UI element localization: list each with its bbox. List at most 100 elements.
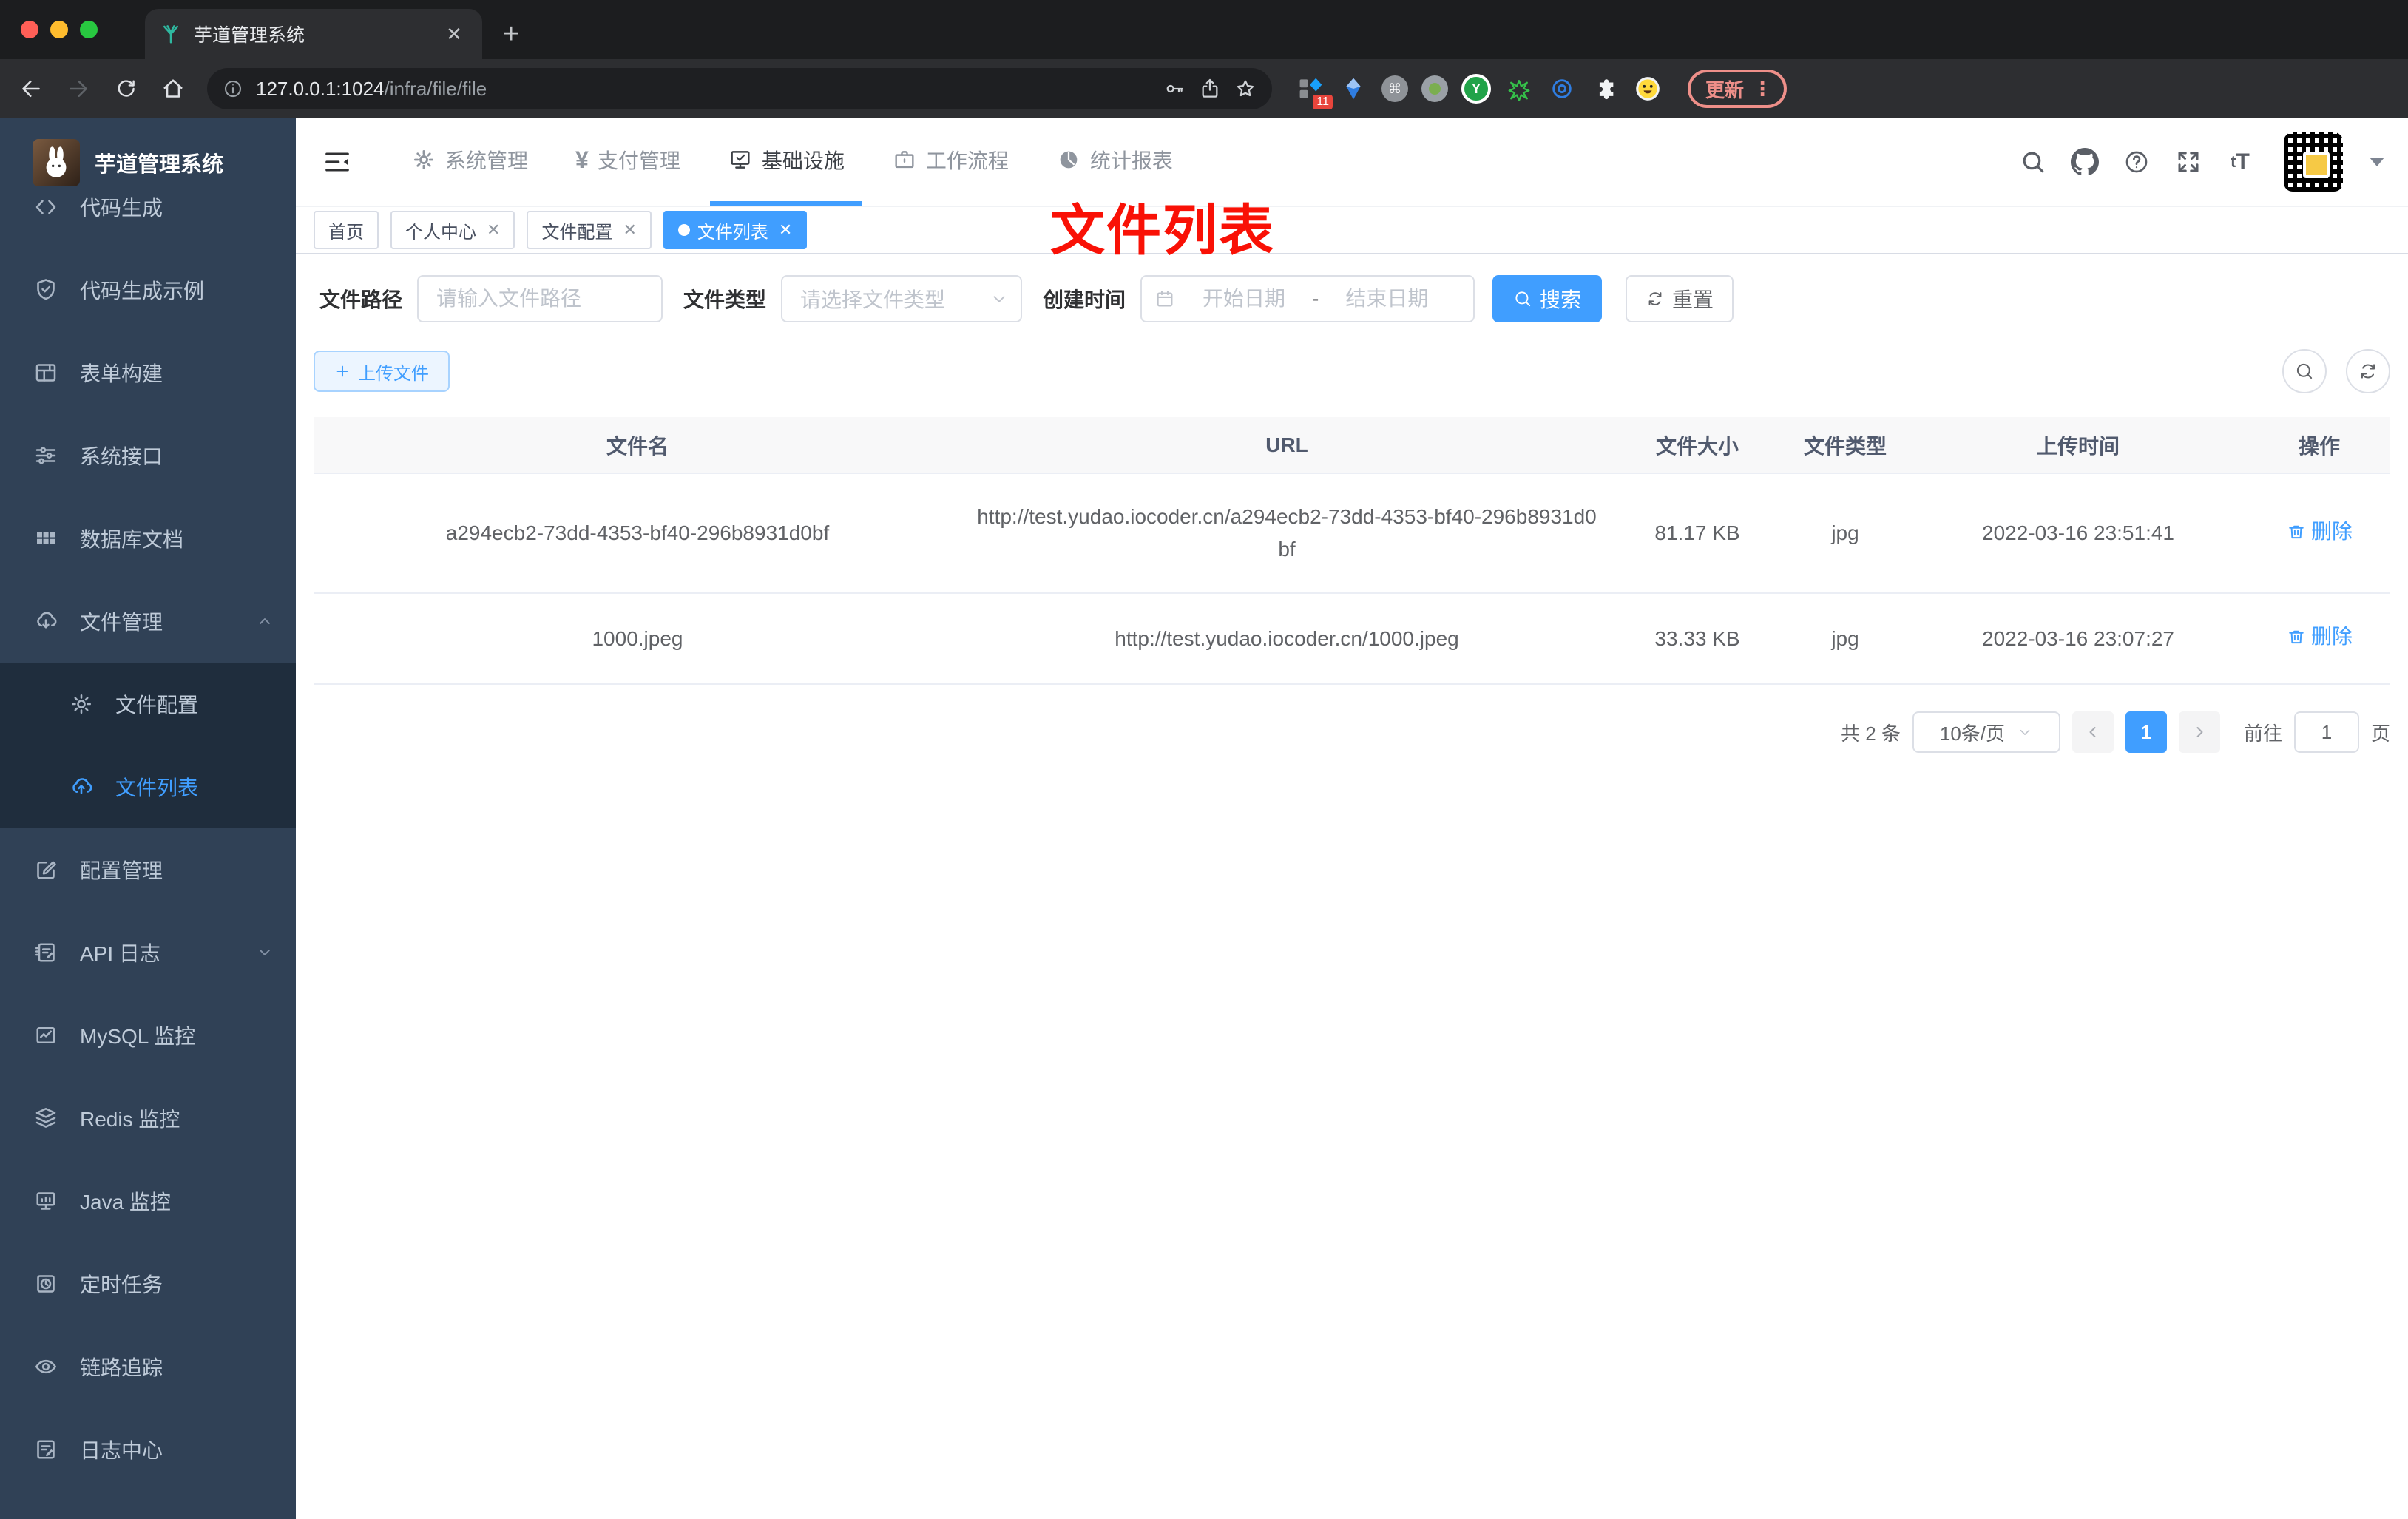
tag-file-config[interactable]: 文件配置 ✕ <box>527 211 652 249</box>
sidebar-item-db-doc[interactable]: 数据库文档 <box>0 497 296 580</box>
sidebar-item-config-manage[interactable]: 配置管理 <box>0 828 296 911</box>
close-tab-icon[interactable]: ✕ <box>441 21 467 47</box>
sidebar-item-code-gen-demo[interactable]: 代码生成示例 <box>0 248 296 331</box>
top-menu-label: 系统管理 <box>445 149 529 172</box>
new-tab-button[interactable]: + <box>482 18 540 59</box>
sidebar-item-file-manage[interactable]: 文件管理 <box>0 580 296 663</box>
extension-star-icon[interactable] <box>1504 74 1534 104</box>
reset-button[interactable]: 重置 <box>1626 275 1734 322</box>
extensions-puzzle-icon[interactable] <box>1590 74 1620 104</box>
github-icon[interactable] <box>2071 148 2099 176</box>
sidebar-item-api-log[interactable]: API 日志 <box>0 911 296 994</box>
search-button[interactable]: 搜索 <box>1492 275 1603 322</box>
share-icon[interactable] <box>1198 77 1222 101</box>
top-menu-infra[interactable]: 基础设施 <box>709 118 862 206</box>
tag-label: 首页 <box>328 222 364 243</box>
sidebar-item-trace[interactable]: 链路追踪 <box>0 1325 296 1408</box>
bookmark-star-icon[interactable] <box>1234 77 1257 101</box>
file-type-select[interactable]: 请选择文件类型 <box>781 275 1023 322</box>
col-type: 文件类型 <box>1782 417 1908 473</box>
navbar: 系统管理 ¥ 支付管理 基础设施 工作流程 统计报表 t T <box>296 118 2408 207</box>
extension-cmd-icon[interactable]: ⌘ <box>1381 75 1408 102</box>
browser-update-button[interactable]: 更新 ⋮ <box>1688 70 1788 108</box>
sidebar-fold-icon[interactable] <box>308 118 367 206</box>
gear-icon <box>413 149 434 170</box>
sidebar-item-label: Java 监控 <box>80 1191 171 1214</box>
top-menu-workflow[interactable]: 工作流程 <box>874 118 1027 206</box>
extension-y-icon[interactable]: Y <box>1461 74 1491 104</box>
delete-button[interactable]: 删除 <box>2286 620 2353 653</box>
reload-button[interactable] <box>106 70 145 108</box>
sidebar-item-label: 代码生成 <box>80 197 163 220</box>
sidebar-item-code-gen[interactable]: 代码生成 <box>0 166 296 248</box>
extension-kite-icon[interactable] <box>1339 74 1368 104</box>
search-icon[interactable] <box>2019 148 2047 176</box>
sidebar-item-java-monitor[interactable]: Java 监控 <box>0 1160 296 1242</box>
next-page-button[interactable] <box>2178 711 2220 753</box>
filter-type-label: 文件类型 <box>683 288 767 311</box>
traffic-lights[interactable] <box>0 0 118 59</box>
sidebar-item-redis-monitor[interactable]: Redis 监控 <box>0 1077 296 1160</box>
file-path-input[interactable] <box>419 277 662 321</box>
sidebar-item-system-api[interactable]: 系统接口 <box>0 414 296 497</box>
date-range-picker[interactable]: - <box>1140 275 1475 322</box>
extension-grid-icon[interactable]: 11 <box>1296 74 1333 109</box>
page-size-select[interactable]: 10条/页 <box>1912 711 2060 753</box>
tag-home[interactable]: 首页 <box>314 211 379 249</box>
browser-toolbar: 127.0.0.1:1024/infra/file/file 11 ⌘ Y 更新… <box>0 59 2408 118</box>
extension-eye-icon[interactable] <box>1547 74 1577 104</box>
total-count: 共 2 条 <box>1841 722 1901 745</box>
tag-close-icon[interactable]: ✕ <box>623 220 636 240</box>
col-actions: 操作 <box>2248 417 2390 473</box>
help-icon[interactable] <box>2123 148 2151 176</box>
extension-dot-icon[interactable] <box>1421 75 1448 102</box>
toggle-search-button[interactable] <box>2282 349 2327 393</box>
user-avatar-qr[interactable] <box>2284 132 2343 192</box>
goto-page-input[interactable] <box>2293 711 2359 753</box>
file-type-placeholder: 请选择文件类型 <box>800 288 946 311</box>
cmd-glyph: ⌘ <box>1388 81 1401 96</box>
sidebar-item-scheduled-task[interactable]: 定时任务 <box>0 1242 296 1325</box>
maximize-window-button[interactable] <box>80 21 98 38</box>
sidebar-item-form-builder[interactable]: 表单构建 <box>0 331 296 414</box>
tag-close-icon[interactable]: ✕ <box>779 220 792 240</box>
sidebar-item-log-center[interactable]: 日志中心 <box>0 1408 296 1491</box>
tag-close-icon[interactable]: ✕ <box>487 220 500 240</box>
url-text[interactable]: 127.0.0.1:1024/infra/file/file <box>256 78 1151 101</box>
top-menu-system[interactable]: 系统管理 <box>393 118 546 206</box>
sidebar-item-file-list[interactable]: 文件列表 <box>0 745 296 828</box>
password-key-icon[interactable] <box>1163 77 1186 101</box>
address-bar[interactable]: 127.0.0.1:1024/infra/file/file <box>207 68 1272 109</box>
page-number-current[interactable]: 1 <box>2125 711 2167 753</box>
delete-button[interactable]: 删除 <box>2286 515 2353 548</box>
browser-tab[interactable]: 芋道管理系统 ✕ <box>145 9 482 59</box>
sidebar-menu: 代码生成 代码生成示例 表单构建 系统接口 数据库文档 文件管理 文件配置 文件… <box>0 139 296 1519</box>
tag-profile[interactable]: 个人中心 ✕ <box>390 211 515 249</box>
minimize-window-button[interactable] <box>50 21 68 38</box>
tag-file-list[interactable]: 文件列表 ✕ <box>663 211 808 249</box>
cell-type: jpg <box>1782 593 1908 685</box>
sidebar-item-file-config[interactable]: 文件配置 <box>0 663 296 745</box>
back-button[interactable] <box>12 70 50 108</box>
start-date-input[interactable] <box>1182 277 1307 321</box>
fullscreen-icon[interactable] <box>2174 148 2202 176</box>
refresh-table-button[interactable] <box>2346 349 2390 393</box>
upload-file-button[interactable]: 上传文件 <box>314 351 450 392</box>
avatar-caret-icon[interactable] <box>2370 158 2384 166</box>
top-menu-pay[interactable]: ¥ 支付管理 <box>558 118 698 206</box>
home-button[interactable] <box>154 70 192 108</box>
chart-box-icon <box>36 1026 55 1044</box>
table-row: 1000.jpeg http://test.yudao.iocoder.cn/1… <box>314 593 2390 685</box>
browser-menu-icon[interactable]: ⋮ <box>1753 78 1772 101</box>
monitor-icon <box>36 1192 55 1210</box>
cell-time: 2022-03-16 23:51:41 <box>1908 473 2248 594</box>
sidebar-item-mysql-monitor[interactable]: MySQL 监控 <box>0 994 296 1077</box>
cell-type: jpg <box>1782 473 1908 594</box>
close-window-button[interactable] <box>21 21 38 38</box>
end-date-input[interactable] <box>1325 277 1450 321</box>
forward-button[interactable] <box>59 70 98 108</box>
site-info-icon[interactable] <box>222 78 244 100</box>
profile-emoji-icon[interactable] <box>1633 74 1663 104</box>
prev-page-button[interactable] <box>2072 711 2114 753</box>
font-size-icon[interactable]: tT <box>2226 148 2254 176</box>
